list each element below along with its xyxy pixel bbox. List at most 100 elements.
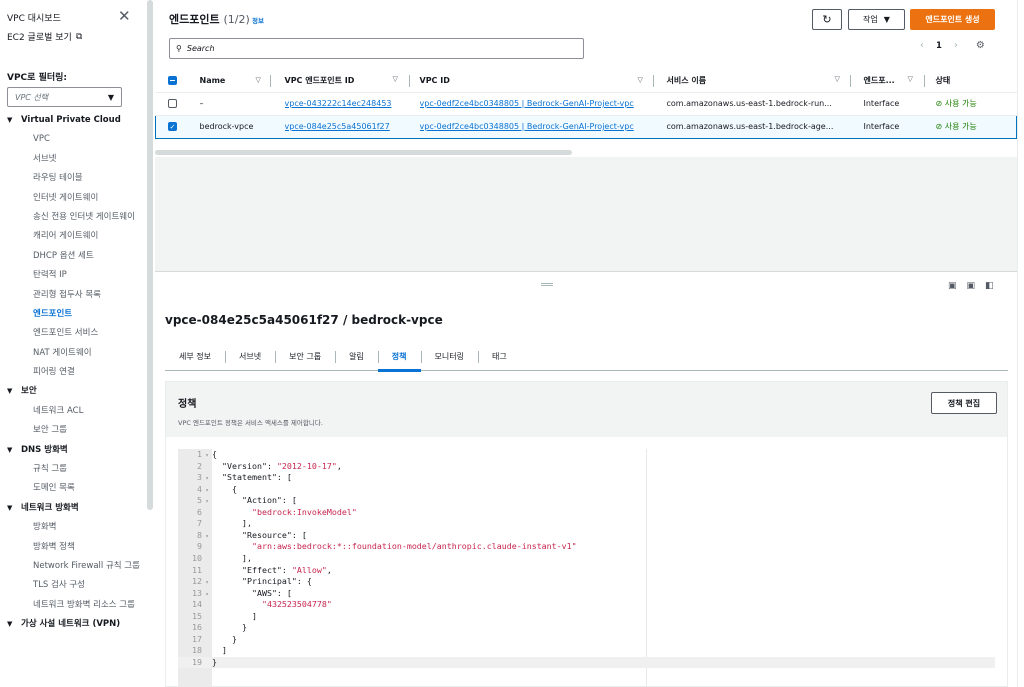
tab[interactable]: 보안 그룹 [275, 343, 335, 371]
line-number: 13 [192, 587, 202, 598]
row-checkbox-cell[interactable] [155, 92, 200, 116]
tab[interactable]: 서브넷 [224, 343, 275, 371]
code-string: "bedrock:InvokeModel" [251, 506, 357, 517]
sidebar-item[interactable]: 보안 그룹 [0, 421, 145, 440]
code-line: 4 ▾ { [178, 484, 995, 495]
sidebar-item[interactable]: 엔드포인트 [0, 305, 145, 324]
line-number: 14 [192, 599, 202, 610]
policy-description: VPC 엔드포인트 정책은 서비스 액세스를 제어합니다. [178, 419, 323, 427]
endpoint-id-link[interactable]: vpce-084e25c5a45061f27 [285, 122, 390, 131]
sidebar-item[interactable]: 인터넷 게이트웨이 [0, 189, 145, 208]
row-checkbox-cell[interactable]: ✓ [155, 114, 200, 139]
col-header[interactable]: 상태 [935, 69, 1017, 93]
policy-code-editor[interactable]: 1 ▾{2 "Version": "2012-10-17", 3 ▾ "Stateme… [178, 449, 995, 687]
edit-policy-button[interactable]: 정책 편집 [931, 392, 997, 414]
gear-icon[interactable]: ⚙ [976, 40, 985, 51]
sidebar-item-label: 엔드포인트 서비스 [33, 328, 99, 339]
sidebar-item[interactable]: 방화벽 [0, 518, 145, 537]
sidebar-item[interactable]: 방화벽 정책 [0, 538, 145, 557]
col-header[interactable]: VPC ID ▽ [419, 69, 667, 93]
vpc-id-link[interactable]: vpc-0edf2ce4bc0348805 | Bedrock-GenAI-Pr… [420, 99, 634, 108]
sidebar-item[interactable]: 피어링 연결 [0, 363, 145, 382]
code-line: 8 ▾ "Resource": [ [178, 530, 995, 541]
tab[interactable]: 알림 [335, 343, 378, 371]
row-checkbox[interactable]: ✓ [168, 122, 177, 131]
split-divider[interactable] [155, 271, 1017, 272]
table-horizontal-scrollbar[interactable] [155, 150, 572, 155]
split-off-icon[interactable]: ◧ [985, 281, 994, 291]
split-bottom-icon[interactable]: ▣ [948, 281, 957, 291]
sidebar-item[interactable]: NAT 게이트웨이 [0, 344, 145, 363]
select-all-checkbox[interactable] [167, 75, 177, 85]
line-number: 18 [192, 645, 202, 656]
sidebar-item[interactable]: 서브넷 [0, 150, 145, 169]
sidebar-item-label: 방화벽 정책 [33, 541, 75, 552]
col-header-label: VPC ID [419, 75, 450, 85]
col-header[interactable]: 엔드포... ▽ [863, 69, 936, 93]
actions-button[interactable]: 작업 ▼ [848, 9, 905, 30]
endpoint-id-link[interactable]: vpce-043222c14ec248453 [285, 99, 392, 108]
line-number: 5 [197, 495, 202, 506]
search-placeholder: Search [186, 44, 215, 53]
sidebar-item-label: 인터넷 게이트웨이 [33, 192, 99, 203]
sidebar-section[interactable]: ▼ 네트워크 방화벽 [0, 499, 145, 518]
line-number: 16 [192, 622, 202, 633]
name-cell: – [199, 92, 285, 116]
sidebar-item[interactable]: 네트워크 방화벽 리소스 그룹 [0, 596, 145, 615]
sidebar-item[interactable]: 규칙 그룹 [0, 460, 145, 479]
row-checkbox[interactable] [167, 99, 177, 108]
code-line: 1 ▾{ [178, 449, 995, 460]
table-row[interactable]: – vpce-043222c14ec248453 vpc-0edf2ce4bc0… [155, 92, 1017, 116]
line-number: 19 [192, 656, 202, 667]
tab[interactable]: 세부 정보 [165, 343, 225, 371]
sidebar-scrollbar[interactable] [147, 0, 153, 510]
create-endpoint-button[interactable]: 엔드포인트 생성 [910, 9, 995, 30]
code-text: } [212, 656, 217, 667]
sidebar-item[interactable]: 엔드포인트 서비스 [0, 324, 145, 343]
tab[interactable]: 정책 [377, 343, 421, 372]
sidebar-section[interactable]: ▼ 보안 [0, 382, 145, 401]
col-header-label: Name [199, 75, 226, 85]
close-icon[interactable]: ✕ [118, 9, 131, 24]
col-header[interactable]: Name ▽ [199, 69, 285, 93]
tab[interactable]: 태그 [477, 343, 521, 371]
code-text: } [212, 622, 247, 633]
sidebar-item[interactable]: 캐리어 게이트웨이 [0, 227, 145, 246]
sidebar-item[interactable]: 라우팅 테이블 [0, 169, 145, 188]
sidebar-item[interactable]: 송신 전용 인터넷 게이트웨이 [0, 208, 145, 227]
prev-page-icon[interactable]: ‹ [920, 40, 924, 51]
col-header[interactable]: 서비스 이름 ▽ [666, 69, 864, 93]
search-input[interactable]: ⚲ Search [169, 38, 584, 59]
sidebar-item[interactable]: VPC [0, 130, 145, 149]
sidebar-section[interactable]: ▼ Virtual Private Cloud [0, 111, 145, 130]
col-header[interactable]: VPC 엔드포인트 ID ▽ [284, 69, 420, 93]
table-row[interactable]: ✓ bedrock-vpce vpce-084e25c5a45061f27 vp… [155, 114, 1017, 139]
select-all-checkbox-cell[interactable] [155, 69, 200, 93]
sidebar-item-label: 피어링 연결 [33, 367, 75, 378]
sidebar-item[interactable]: 관리형 접두사 목록 [0, 286, 145, 305]
policy-header: 정책 VPC 엔드포인트 정책은 서비스 액세스를 제어합니다. 정책 편집 [166, 382, 1007, 437]
vpc-filter-select[interactable]: VPC 선택 ▼ [7, 87, 122, 107]
sidebar-item[interactable]: DHCP 옵션 세트 [0, 247, 145, 266]
split-side-icon[interactable]: ▣ [967, 281, 976, 291]
sidebar-section[interactable]: ▼ 가상 사설 네트워크 (VPN) [0, 615, 145, 634]
sidebar-item[interactable]: TLS 검사 구성 [0, 576, 145, 595]
drag-handle-icon[interactable] [541, 283, 553, 286]
sidebar-section[interactable]: ▼ DNS 방화벽 [0, 441, 145, 460]
sidebar-ec2-global-view[interactable]: EC2 글로벌 보기 ⧉ [7, 27, 145, 46]
sidebar-item[interactable]: 네트워크 ACL [0, 402, 145, 421]
page-title-text: 엔드포인트 [169, 13, 220, 26]
tab[interactable]: 모니터링 [420, 343, 478, 371]
filter-label: VPC로 필터링: [7, 73, 68, 83]
sidebar-item[interactable]: Network Firewall 규칙 그룹 [0, 557, 145, 576]
sort-icon: ▽ [907, 74, 913, 83]
page-number[interactable]: 1 [936, 41, 942, 51]
info-link[interactable]: 정보 [252, 15, 264, 25]
sidebar-item-label: 가상 사설 네트워크 (VPN) [21, 619, 121, 630]
refresh-button[interactable]: ↻ [812, 9, 842, 30]
sidebar-item[interactable]: 탄력적 IP [0, 266, 145, 285]
next-page-icon[interactable]: › [954, 40, 958, 51]
code-line: 12 ▾ "Principal": { [178, 576, 995, 587]
sidebar-item[interactable]: 도메인 목록 [0, 479, 145, 498]
vpc-id-link[interactable]: vpc-0edf2ce4bc0348805 | Bedrock-GenAI-Pr… [420, 122, 634, 131]
